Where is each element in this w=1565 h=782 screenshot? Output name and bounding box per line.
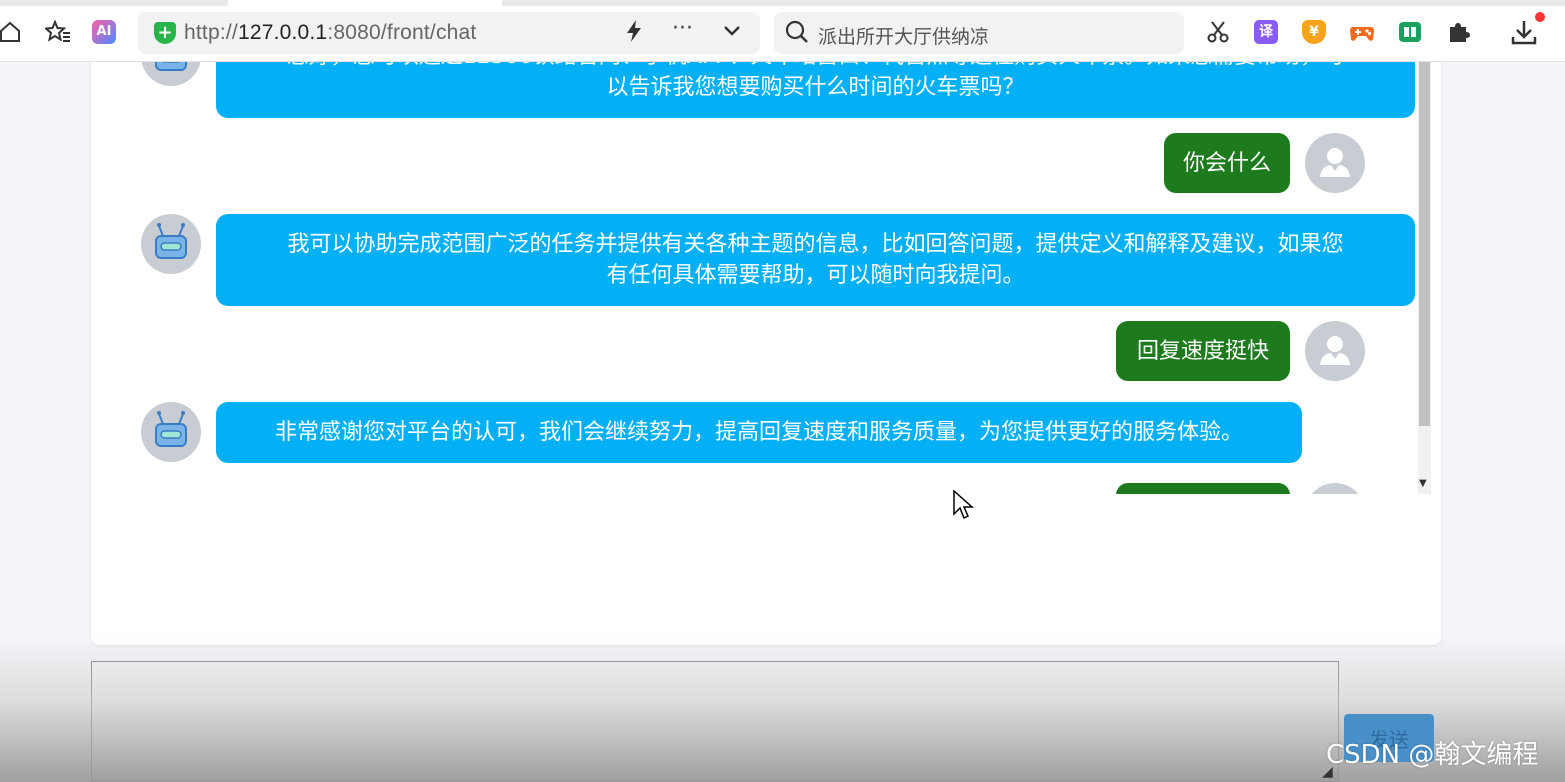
mouse-cursor-icon [953, 490, 974, 520]
user-avatar [1305, 483, 1365, 494]
chat-scrollbar[interactable]: ▼ [1418, 62, 1431, 494]
download-icon[interactable] [1510, 18, 1538, 46]
search-icon [784, 19, 810, 51]
game-controller-icon[interactable] [1348, 18, 1376, 46]
download-badge [1535, 12, 1545, 22]
chat-messages[interactable]: 您好，您可以通过12306铁路官网、手机APP、火车站窗口、代售点等途径购买火车… [91, 62, 1441, 494]
chevron-down-icon[interactable] [721, 19, 743, 47]
home-icon[interactable] [0, 18, 24, 46]
user-message: 你会什么 [1164, 133, 1290, 193]
browser-toolbar: AI + http://127.0.0.1:8080/front/chat ··… [0, 0, 1565, 62]
bot-message: 我可以协助完成范围广泛的任务并提供有关各种主题的信息，比如回答问题，提供定义和解… [216, 214, 1415, 306]
url-text: http://127.0.0.1:8080/front/chat [184, 21, 477, 44]
user-message-partial [1116, 483, 1290, 494]
ai-label: AI [92, 20, 116, 44]
bot-message: 您好，您可以通过12306铁路官网、手机APP、火车站窗口、代售点等途径购买火车… [216, 62, 1415, 118]
scissors-icon[interactable] [1204, 18, 1232, 46]
overflow-chevron-icon[interactable]: ‹ [1553, 18, 1565, 46]
lightning-icon[interactable] [625, 19, 643, 49]
scrollbar-thumb[interactable] [1419, 62, 1430, 426]
watermark: CSDN @翰文编程 [1326, 740, 1539, 770]
secure-shield-icon: + [154, 22, 176, 44]
chat-panel: 您好，您可以通过12306铁路官网、手机APP、火车站窗口、代售点等途径购买火车… [91, 62, 1441, 645]
message-line: 有任何具体需要帮助，可以随时向我提问。 [606, 263, 1025, 288]
address-bar[interactable]: + http://127.0.0.1:8080/front/chat ··· [138, 12, 760, 54]
bot-message: 非常感谢您对平台的认可，我们会继续努力，提高回复速度和服务质量，为您提供更好的服… [216, 402, 1302, 463]
coupon-icon[interactable]: ¥ [1302, 20, 1326, 44]
bot-avatar [141, 62, 201, 86]
user-avatar [1305, 321, 1365, 381]
tab-strip [0, 0, 1565, 6]
search-box[interactable]: 派出所开大厅供纳凉 [774, 12, 1184, 54]
message-line: 以告诉我您想要购买什么时间的火车票吗？ [606, 75, 1025, 100]
bot-avatar [141, 214, 201, 274]
reader-book-icon[interactable] [1396, 18, 1424, 46]
more-icon[interactable]: ··· [672, 16, 693, 41]
user-message: 回复速度挺快 [1116, 321, 1290, 381]
message-line: 我可以协助完成范围广泛的任务并提供有关各种主题的信息，比如回答问题，提供定义和解… [287, 232, 1344, 257]
active-tab[interactable] [228, 0, 502, 6]
message-line: 您好，您可以通过12306铁路官网、手机APP、火车站窗口、代售点等途径购买火车… [230, 62, 1401, 72]
translate-icon[interactable]: 译 [1254, 20, 1278, 44]
message-input[interactable] [91, 661, 1339, 782]
favorites-icon[interactable] [44, 18, 72, 46]
scroll-down-arrow-icon[interactable]: ▼ [1419, 478, 1427, 489]
bot-avatar [141, 402, 201, 462]
user-avatar [1305, 133, 1365, 193]
ai-assistant-icon[interactable]: AI [90, 18, 118, 46]
search-placeholder: 派出所开大厅供纳凉 [818, 26, 990, 48]
extensions-puzzle-icon[interactable] [1444, 18, 1472, 46]
